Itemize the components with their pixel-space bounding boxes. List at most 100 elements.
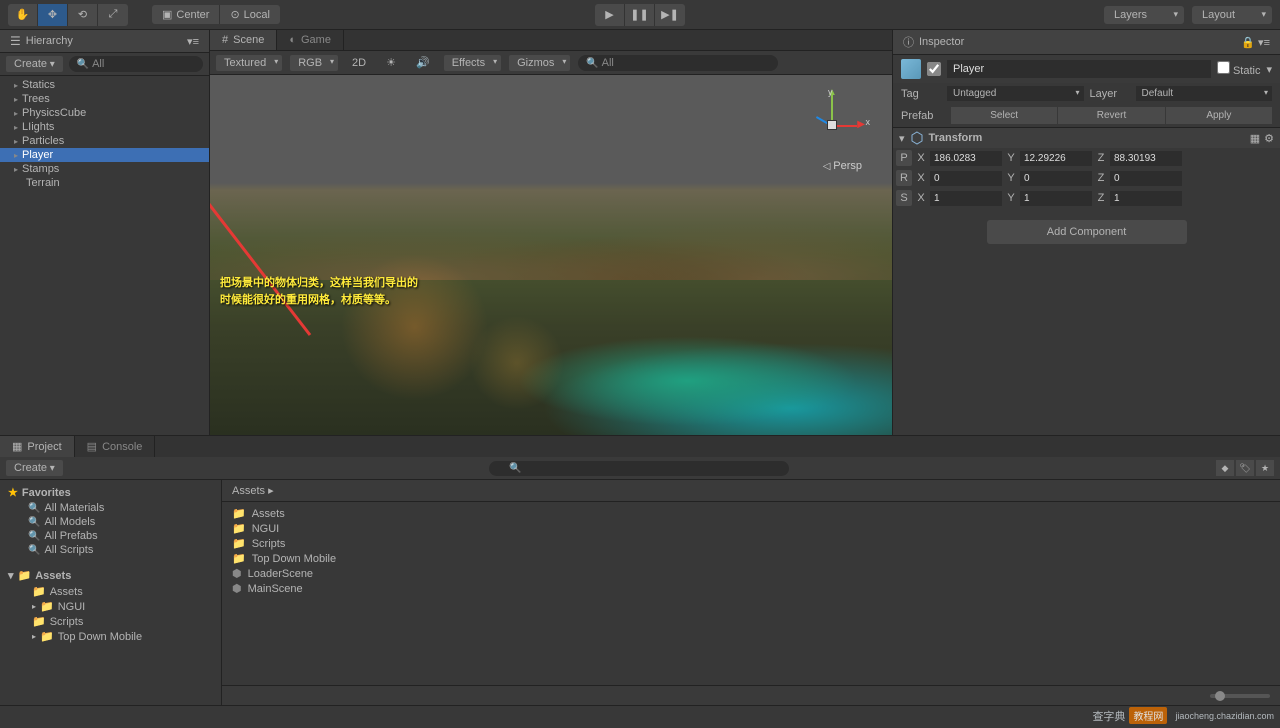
asset-scene-main[interactable]: ⬢MainScene	[222, 581, 1280, 596]
asset-folder-assets[interactable]: 📁Assets	[222, 506, 1280, 521]
gear-icon[interactable]: ⚙	[1264, 132, 1274, 145]
filter-by-label-icon[interactable]: 🏷	[1236, 460, 1254, 476]
scene-viewport[interactable]: y x ◁ Persp 把场景中的物体归类，这样当我们导出的 时候能很好的重用网…	[210, 75, 892, 435]
project-breadcrumb[interactable]: Assets ▸	[222, 480, 1280, 502]
assets-root[interactable]: ▾📁Assets	[0, 567, 221, 584]
folder-assets[interactable]: 📁Assets	[0, 584, 221, 599]
project-search-input[interactable]: 🔍	[489, 461, 789, 476]
folder-scripts[interactable]: 📁Scripts	[0, 614, 221, 629]
fav-all-prefabs[interactable]: 🔍All Prefabs	[0, 529, 221, 543]
fav-all-scripts[interactable]: 🔍All Scripts	[0, 543, 221, 557]
hierarchy-item-terrain[interactable]: Terrain	[0, 176, 209, 190]
tab-project[interactable]: ▦Project	[0, 436, 75, 457]
gizmo-y-axis[interactable]	[831, 95, 833, 120]
scale-y-input[interactable]	[1020, 191, 1092, 206]
lock-icon[interactable]: 🔒	[1241, 37, 1255, 49]
asset-scene-loader[interactable]: ⬢LoaderScene	[222, 566, 1280, 581]
lighting-toggle[interactable]: ☀	[380, 54, 402, 71]
asset-folder-topdownmobile[interactable]: 📁Top Down Mobile	[222, 551, 1280, 566]
render-dropdown[interactable]: RGB	[290, 55, 338, 71]
hierarchy-create-button[interactable]: Create ▾	[6, 56, 63, 72]
scale-x-input[interactable]	[930, 191, 1002, 206]
layers-dropdown[interactable]: Layers	[1104, 6, 1184, 24]
rotate-tool[interactable]: ⟲	[68, 4, 98, 26]
hierarchy-item-stamps[interactable]: Stamps	[0, 162, 209, 176]
prefab-select-button[interactable]: Select	[951, 107, 1057, 124]
step-button[interactable]: ▶❚	[655, 4, 685, 26]
filter-by-type-icon[interactable]: ◆	[1216, 460, 1234, 476]
project-create-button[interactable]: Create ▾	[6, 460, 63, 476]
gizmos-dropdown[interactable]: Gizmos	[509, 55, 570, 71]
active-checkbox[interactable]	[927, 62, 941, 76]
transform-component-header[interactable]: ▾ Transform ▦ ⚙	[893, 127, 1280, 148]
gameobject-icon[interactable]	[901, 59, 921, 79]
pivot-local-button[interactable]: ⊙Local	[220, 5, 280, 24]
add-component-button[interactable]: Add Component	[987, 220, 1187, 244]
fav-all-materials[interactable]: 🔍All Materials	[0, 501, 221, 515]
hierarchy-item-particles[interactable]: Particles	[0, 134, 209, 148]
tab-scene[interactable]: #Scene	[210, 30, 277, 50]
hierarchy-item-statics[interactable]: Statics	[0, 78, 209, 92]
expand-icon[interactable]: ▾	[899, 132, 905, 145]
save-search-icon[interactable]: ★	[1256, 460, 1274, 476]
favorites-header[interactable]: ★Favorites	[0, 484, 221, 501]
fav-all-models[interactable]: 🔍All Models	[0, 515, 221, 529]
rotation-z-input[interactable]	[1110, 171, 1182, 186]
hierarchy-item-trees[interactable]: Trees	[0, 92, 209, 106]
panel-options-icon[interactable]: ▾≡	[187, 35, 199, 48]
2d-toggle[interactable]: 2D	[346, 55, 372, 71]
hierarchy-search-input[interactable]: 🔍 All	[69, 56, 203, 72]
rotation-label[interactable]: R	[896, 170, 912, 186]
position-label[interactable]: P	[896, 150, 912, 166]
hand-tool[interactable]: ✋	[8, 4, 38, 26]
status-bar	[0, 705, 1280, 728]
position-x-input[interactable]	[930, 151, 1002, 166]
position-z-input[interactable]	[1110, 151, 1182, 166]
tab-console[interactable]: ▤Console	[75, 436, 156, 457]
search-icon: 🔍	[28, 531, 40, 542]
inspector-options[interactable]: 🔒 ▾≡	[1241, 36, 1270, 49]
rotation-y-input[interactable]	[1020, 171, 1092, 186]
scale-tool[interactable]: ⤢	[98, 4, 128, 26]
scale-z-input[interactable]	[1110, 191, 1182, 206]
folder-topdownmobile[interactable]: ▸📁Top Down Mobile	[0, 629, 221, 644]
asset-folder-scripts[interactable]: 📁Scripts	[222, 536, 1280, 551]
layout-dropdown[interactable]: Layout	[1192, 6, 1272, 24]
layer-dropdown[interactable]: Default	[1136, 86, 1273, 101]
effects-dropdown[interactable]: Effects	[444, 55, 501, 71]
transform-icon	[910, 131, 924, 145]
folder-ngui[interactable]: ▸📁NGUI	[0, 599, 221, 614]
pivot-center-button[interactable]: ▣Center	[152, 5, 220, 24]
tab-game[interactable]: ◐Game	[277, 30, 344, 50]
folder-icon: 📁	[40, 600, 54, 613]
scene-search-input[interactable]: 🔍 All	[578, 55, 778, 71]
play-button[interactable]: ▶	[595, 4, 625, 26]
asset-folder-ngui[interactable]: 📁NGUI	[222, 521, 1280, 536]
scale-label[interactable]: S	[896, 190, 912, 206]
help-icon[interactable]: ▦	[1250, 132, 1260, 145]
perspective-label[interactable]: ◁ Persp	[823, 160, 862, 172]
move-tool[interactable]: ✥	[38, 4, 68, 26]
inspector-tab[interactable]: ⓘ Inspector 🔒 ▾≡	[893, 30, 1280, 55]
hierarchy-item-player[interactable]: Player	[0, 148, 209, 162]
shading-dropdown[interactable]: Textured	[216, 55, 282, 71]
gameobject-name-input[interactable]	[947, 60, 1211, 78]
rotation-x-input[interactable]	[930, 171, 1002, 186]
prefab-revert-button[interactable]: Revert	[1058, 107, 1164, 124]
gizmo-x-label: x	[866, 117, 871, 127]
slider-thumb[interactable]	[1215, 691, 1225, 701]
static-dropdown-icon[interactable]: ▾	[1266, 63, 1272, 76]
tag-dropdown[interactable]: Untagged	[947, 86, 1084, 101]
scene-gizmo[interactable]: y x	[802, 95, 862, 155]
hierarchy-item-physicscube[interactable]: PhysicsCube	[0, 106, 209, 120]
gizmo-center[interactable]	[827, 120, 837, 130]
zoom-slider[interactable]	[1210, 694, 1270, 698]
pause-button[interactable]: ❚❚	[625, 4, 655, 26]
hierarchy-tab[interactable]: ☰ Hierarchy ▾≡	[0, 30, 209, 53]
audio-toggle[interactable]: 🔊	[410, 54, 436, 71]
hierarchy-item-lights[interactable]: LIights	[0, 120, 209, 134]
position-y-input[interactable]	[1020, 151, 1092, 166]
watermark: 查字典 教程网 jiaocheng.chazidian.com	[1092, 707, 1274, 724]
static-checkbox[interactable]	[1217, 61, 1230, 74]
prefab-apply-button[interactable]: Apply	[1166, 107, 1272, 124]
